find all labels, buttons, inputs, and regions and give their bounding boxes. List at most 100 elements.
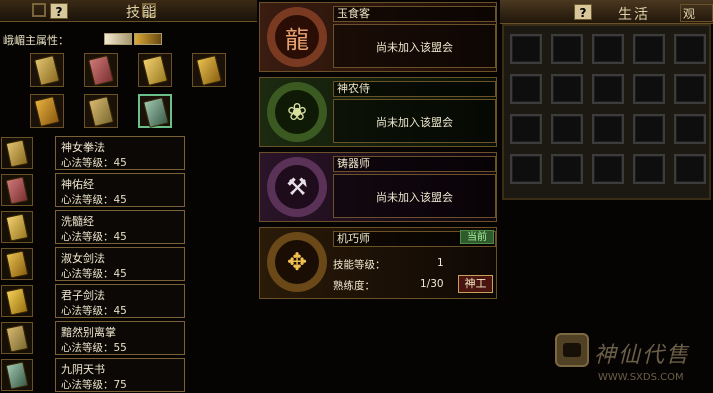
scroll-book-icon <box>196 54 222 87</box>
life-panel: ? 生活 观 <box>500 0 713 393</box>
guild-card-yushike[interactable]: 龍 玉食客 尚未加入该盟会 <box>259 2 497 72</box>
item-slot[interactable] <box>510 34 542 64</box>
skill-name: 洗髓经 <box>61 215 94 228</box>
herb-emblem-icon: ❀ <box>267 82 327 142</box>
skill-level: 心法等级：45 <box>61 268 127 280</box>
scroll-book-icon <box>88 95 114 128</box>
skill-book-icon <box>1 285 33 317</box>
skill-info: 九阴天书 心法等级：75 <box>55 358 185 392</box>
skill-info: 黯然别离掌 心法等级：55 <box>55 321 185 355</box>
item-slot[interactable] <box>551 34 583 64</box>
guild-status: 尚未加入该盟会 <box>376 191 453 204</box>
guild-name: 玉食客 <box>333 6 496 22</box>
skill-level: 心法等级：55 <box>61 342 127 354</box>
life-header: ? 生活 观 <box>500 0 713 24</box>
skill-level: 心法等级：45 <box>61 305 127 317</box>
guild-name: 铸器师 <box>333 156 496 172</box>
watermark-logo-icon <box>555 333 589 367</box>
scroll-book-icon <box>143 96 169 129</box>
skill-book-slot[interactable] <box>84 53 118 87</box>
item-slot[interactable] <box>510 154 542 184</box>
gold-book-icon[interactable] <box>134 33 162 45</box>
guild-card-zhuqishi[interactable]: ⚒ 铸器师 尚未加入该盟会 <box>259 152 497 222</box>
forge-emblem-icon: ⚒ <box>267 157 327 217</box>
skill-book-icon <box>1 359 33 391</box>
current-badge: 当前 <box>460 230 494 244</box>
skill-name: 神佑经 <box>61 178 94 191</box>
guild-status: 尚未加入该盟会 <box>376 116 453 129</box>
main-attribute-label: 峨嵋主属性： <box>3 34 69 47</box>
item-slot[interactable] <box>592 34 624 64</box>
skill-level: 心法等级：45 <box>61 157 127 169</box>
skill-book-slot[interactable] <box>192 53 226 87</box>
skill-info: 淑女剑法 心法等级：45 <box>55 247 185 281</box>
skill-book-slot[interactable] <box>30 94 64 128</box>
item-slot[interactable] <box>510 74 542 104</box>
guild-card-jiqiaoshi[interactable]: ✥ 机巧师 当前 技能等级： 1 熟练度： 1/30 神工 <box>259 227 497 299</box>
item-slot[interactable] <box>633 74 665 104</box>
item-slot[interactable] <box>592 154 624 184</box>
skill-row[interactable]: 神女拳法 心法等级：45 <box>0 136 190 170</box>
skill-row[interactable]: 九阴天书 心法等级：75 <box>0 358 190 392</box>
item-slot[interactable] <box>551 114 583 144</box>
guild-card-shennongshi[interactable]: ❀ 神农侍 尚未加入该盟会 <box>259 77 497 147</box>
white-book-icon[interactable] <box>104 33 132 45</box>
skill-book-slot[interactable] <box>138 53 172 87</box>
skill-book-slot[interactable] <box>30 53 64 87</box>
help-button[interactable]: ? <box>50 3 68 19</box>
item-slot[interactable] <box>633 154 665 184</box>
guild-status-box: 尚未加入该盟会 <box>333 99 496 143</box>
guild-panel: 龍 玉食客 尚未加入该盟会 ❀ 神农侍 尚未加入该盟会 ⚒ 铸器师 尚未加入该盟… <box>257 0 500 393</box>
proficiency-value: 1/30 <box>420 278 444 290</box>
skill-info: 洗髓经 心法等级：45 <box>55 210 185 244</box>
item-slot[interactable] <box>674 34 706 64</box>
header-ornament <box>32 3 46 17</box>
guild-status-box: 尚未加入该盟会 <box>333 24 496 68</box>
guild-name: 神农侍 <box>333 81 496 97</box>
skill-info: 神佑经 心法等级：45 <box>55 173 185 207</box>
skill-info: 君子剑法 心法等级：45 <box>55 284 185 318</box>
item-slot[interactable] <box>592 74 624 104</box>
skill-book-icon <box>1 174 33 206</box>
skill-level-value: 1 <box>437 257 444 269</box>
scroll-book-icon <box>88 54 114 87</box>
skill-name: 君子剑法 <box>61 289 105 302</box>
skill-name: 黯然别离掌 <box>61 326 116 339</box>
gear-emblem-icon: ✥ <box>267 232 327 292</box>
item-slot[interactable] <box>674 154 706 184</box>
item-slot[interactable] <box>592 114 624 144</box>
scroll-book-icon <box>34 95 60 128</box>
item-slot[interactable] <box>633 114 665 144</box>
skill-book-icon <box>1 211 33 243</box>
skill-book-slot-selected[interactable] <box>138 94 172 129</box>
scroll-book-icon <box>142 54 168 87</box>
skill-row[interactable]: 洗髓经 心法等级：45 <box>0 210 190 244</box>
guild-status: 尚未加入该盟会 <box>376 41 453 54</box>
shengong-button[interactable]: 神工 <box>458 275 493 293</box>
proficiency-label: 熟练度： <box>333 280 375 292</box>
skill-row[interactable]: 神佑经 心法等级：45 <box>0 173 190 207</box>
scroll-book-icon <box>34 54 60 87</box>
skill-name: 九阴天书 <box>61 363 105 376</box>
skills-panel: ? 技能 峨嵋主属性： 神女拳法 心法等级：45 神佑经 心法等级：45 洗髓经… <box>0 0 257 393</box>
skill-row[interactable]: 君子剑法 心法等级：45 <box>0 284 190 318</box>
skills-header: ? 技能 <box>0 0 257 22</box>
item-slot[interactable] <box>551 74 583 104</box>
skill-level: 心法等级：75 <box>61 379 127 391</box>
tab-view[interactable]: 观 <box>680 4 713 22</box>
skills-title: 技能 <box>126 5 158 21</box>
item-slot[interactable] <box>551 154 583 184</box>
skill-row[interactable]: 黯然别离掌 心法等级：55 <box>0 321 190 355</box>
skill-row[interactable]: 淑女剑法 心法等级：45 <box>0 247 190 281</box>
item-slot[interactable] <box>674 74 706 104</box>
watermark-url: WWW.SXDS.COM <box>598 372 684 383</box>
guild-status-box: 尚未加入该盟会 <box>333 174 496 218</box>
help-button[interactable]: ? <box>574 4 592 20</box>
dragon-emblem-icon: 龍 <box>267 7 327 67</box>
skill-book-icon <box>1 322 33 354</box>
item-slot[interactable] <box>674 114 706 144</box>
item-slot[interactable] <box>633 34 665 64</box>
skill-book-slot[interactable] <box>84 94 118 128</box>
item-slot[interactable] <box>510 114 542 144</box>
skill-level: 心法等级：45 <box>61 194 127 206</box>
